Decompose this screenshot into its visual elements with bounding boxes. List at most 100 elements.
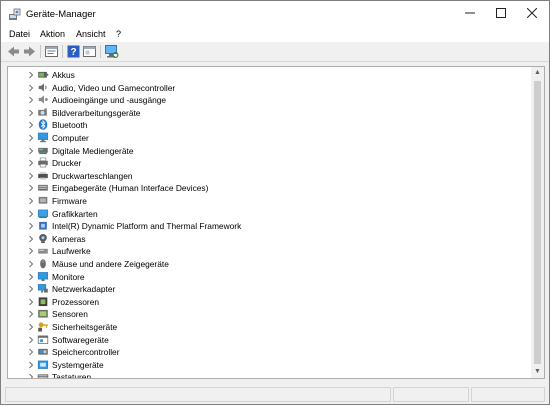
chevron-right-icon[interactable] — [26, 271, 36, 283]
tree-item-label: Tastaturen — [52, 372, 92, 379]
tree-item[interactable]: Bildverarbeitungsgeräte — [8, 107, 523, 119]
window-title: Geräte-Manager — [26, 9, 96, 20]
tree-item[interactable]: Druckwarteschlangen — [8, 170, 523, 182]
firmware-icon — [38, 196, 48, 204]
chevron-right-icon[interactable] — [26, 258, 36, 270]
tree-item[interactable]: Speichercontroller — [8, 346, 523, 358]
tree-item[interactable]: Audio, Video und Gamecontroller — [8, 82, 523, 94]
back-icon[interactable] — [6, 44, 21, 59]
tree-item[interactable]: Eingabegeräte (Human Interface Devices) — [8, 182, 523, 194]
computer-icon — [37, 132, 49, 143]
view-icon[interactable] — [82, 44, 97, 59]
keyboard-icon — [37, 374, 49, 378]
device-manager-app-icon — [9, 8, 21, 20]
maximize-icon — [496, 8, 506, 18]
minimize-button[interactable] — [454, 1, 486, 28]
chevron-right-icon[interactable] — [26, 371, 36, 379]
monitor-scan-icon[interactable] — [104, 44, 119, 59]
tree-item[interactable]: Netzwerkadapter — [8, 283, 523, 295]
chevron-right-icon[interactable] — [26, 107, 36, 119]
toolbar-separator — [40, 45, 41, 58]
chevron-right-icon[interactable] — [26, 94, 36, 106]
toolbar-separator — [100, 45, 101, 58]
menu-datei[interactable]: Datei — [9, 29, 30, 39]
tree-item-label: Systemgeräte — [52, 359, 104, 370]
scroll-up-icon[interactable]: ▲ — [531, 67, 544, 79]
chevron-right-icon[interactable] — [26, 308, 36, 320]
tree-item-label: Audio, Video und Gamecontroller — [52, 82, 176, 93]
tree-item-label: Intel(R) Dynamic Platform and Thermal Fr… — [52, 221, 242, 232]
chevron-right-icon[interactable] — [26, 157, 36, 169]
tree-item[interactable]: Bluetooth — [8, 119, 523, 131]
chevron-right-icon[interactable] — [26, 69, 36, 81]
sensor-icon — [38, 310, 48, 318]
tree-item[interactable]: Tastaturen — [8, 371, 523, 379]
chevron-right-icon[interactable] — [26, 245, 36, 257]
chevron-right-icon[interactable] — [26, 233, 36, 245]
chevron-right-icon[interactable] — [26, 334, 36, 346]
status-cell-3 — [471, 387, 545, 402]
tree-item-label: Laufwerke — [52, 246, 91, 257]
tree-item[interactable]: Audioeingänge und -ausgänge — [8, 94, 523, 106]
tree-item-label: Softwaregeräte — [52, 334, 109, 345]
help-icon[interactable]: ? — [66, 44, 81, 59]
webcam-icon — [39, 233, 47, 243]
title-bar[interactable]: Geräte-Manager — [1, 1, 549, 28]
scrollbar-thumb[interactable] — [534, 81, 541, 364]
security-key-icon — [38, 322, 48, 332]
tree-item-label: Mäuse und andere Zeigegeräte — [52, 259, 169, 269]
tree-item[interactable]: Laufwerke — [8, 245, 523, 257]
close-button[interactable] — [516, 1, 548, 28]
svg-text:?: ? — [70, 47, 76, 58]
forward-icon[interactable] — [22, 44, 37, 59]
chevron-right-icon[interactable] — [26, 132, 36, 144]
tree-item[interactable]: Firmware — [8, 195, 523, 207]
system-device-icon — [37, 360, 49, 369]
menu-aktion[interactable]: Aktion — [40, 29, 65, 39]
tree-item[interactable]: Sicherheitsgeräte — [8, 321, 523, 333]
chevron-right-icon[interactable] — [26, 283, 36, 295]
chevron-right-icon[interactable] — [26, 321, 36, 333]
tree-item[interactable]: Computer — [8, 132, 523, 144]
tree-item[interactable]: Systemgeräte — [8, 359, 523, 371]
chevron-right-icon[interactable] — [26, 182, 36, 194]
tree-item[interactable]: Kameras — [8, 233, 523, 245]
device-tree-pane[interactable]: Akkus Audio, Video und Gamecontroller Audi… — [7, 66, 545, 379]
chevron-right-icon[interactable] — [26, 119, 36, 131]
chevron-right-icon[interactable] — [26, 346, 36, 358]
tree-item[interactable]: Monitore — [8, 271, 523, 283]
tree-item[interactable]: Digitale Mediengeräte — [8, 145, 523, 157]
properties-icon[interactable] — [44, 44, 59, 59]
chevron-right-icon[interactable] — [26, 296, 36, 308]
tree-item[interactable]: Grafikkarten — [8, 208, 523, 220]
monitor-icon — [37, 271, 49, 281]
display-adapter-icon — [37, 209, 49, 218]
scroll-down-icon[interactable]: ▼ — [531, 366, 544, 378]
menu-help[interactable]: ? — [116, 29, 121, 39]
tree-item[interactable]: Intel(R) Dynamic Platform and Thermal Fr… — [8, 220, 523, 232]
tree-item-label: Druckwarteschlangen — [52, 170, 133, 181]
processor-icon — [38, 297, 48, 306]
tree-item[interactable]: Drucker — [8, 157, 523, 169]
tree-item[interactable]: Softwaregeräte — [8, 334, 523, 346]
chevron-right-icon[interactable] — [26, 170, 36, 182]
status-bar — [1, 384, 549, 403]
chevron-right-icon[interactable] — [26, 208, 36, 220]
tree-item-label: Prozessoren — [52, 296, 100, 307]
menu-ansicht[interactable]: Ansicht — [76, 29, 106, 39]
chevron-right-icon[interactable] — [26, 195, 36, 207]
tree-item[interactable]: Prozessoren — [8, 296, 523, 308]
chevron-right-icon[interactable] — [26, 145, 36, 157]
chevron-right-icon[interactable] — [26, 220, 36, 232]
maximize-button[interactable] — [485, 1, 517, 28]
tree-item[interactable]: Sensoren — [8, 308, 523, 320]
tree-item[interactable]: Akkus — [8, 69, 523, 81]
mouse-icon — [40, 259, 46, 269]
printer-icon — [38, 157, 48, 168]
chevron-right-icon[interactable] — [26, 359, 36, 371]
tree-item-label: Sicherheitsgeräte — [52, 322, 118, 332]
chevron-right-icon[interactable] — [26, 82, 36, 94]
tree-item[interactable]: Mäuse und andere Zeigegeräte — [8, 258, 523, 270]
vertical-scrollbar[interactable]: ▲ ▼ — [531, 67, 544, 378]
tree-item-label: Computer — [52, 133, 89, 143]
